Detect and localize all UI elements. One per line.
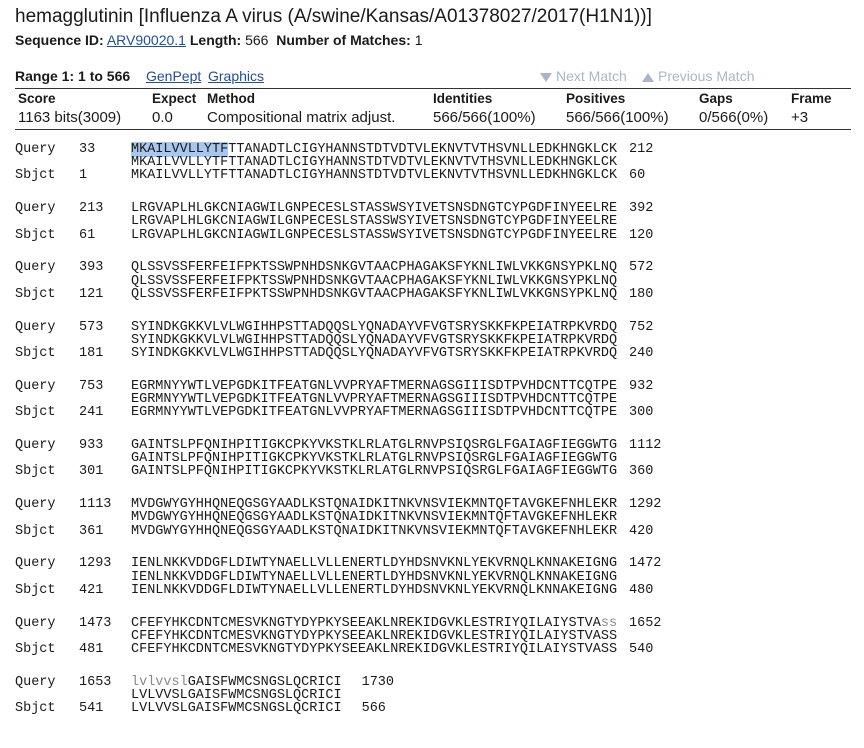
sbjct-start: 241 — [79, 405, 104, 421]
sbjct-label: Sbjct — [15, 701, 56, 717]
graphics-link[interactable]: Graphics — [208, 68, 264, 84]
range-label: Range 1: 1 to 566 — [15, 68, 131, 84]
header-frame: Frame — [791, 91, 832, 106]
sbjct-line: Sbjct 481 CFEFYHKCDNTCMESVKNGTYDYPKYSEEAKL… — [15, 642, 851, 657]
sbjct-sequence: EGRMNYYWTLVEPGDKITFEATGNLVVPRYAFTMERNAGS… — [131, 405, 618, 421]
sequence-meta: Sequence ID: ARV90020.1 Length: 566 Numb… — [15, 32, 422, 48]
sbjct-label: Sbjct — [15, 523, 56, 539]
alignment-block: Query 1293 IENLNKKVDDGFLDIWTYNAELLVLLENERT… — [15, 556, 851, 602]
sbjct-start: 421 — [79, 582, 104, 598]
score-table: Score Expect Method Identities Positives… — [15, 88, 851, 130]
header-method: Method — [207, 91, 255, 106]
sbjct-start: 301 — [79, 464, 104, 480]
sbjct-label: Sbjct — [15, 168, 56, 184]
sbjct-label: Sbjct — [15, 227, 56, 243]
alignment-block: Query 1113 MVDGWYGYHHQNEQGSGYAADLKSTQNAIDK… — [15, 497, 851, 543]
length-label: Length: — [189, 32, 242, 48]
alignment-block: Query 573 SYINDKGKKVLVLWGIHHPSTTADQQSLYQNA… — [15, 320, 851, 366]
sbjct-sequence: CFEFYHKCDNTCMESVKNGTYDYPKYSEEAKLNREKIDGV… — [131, 641, 618, 657]
sbjct-line: Sbjct 1 MKAILVVLLYTFTTANADTLCIGYHANNSTDTVD… — [15, 168, 851, 183]
sbjct-sequence: MKAILVVLLYTFTTANADTLCIGYHANNSTDTVDTVLEKN… — [131, 168, 618, 184]
sbjct-line: Sbjct 61 LRGVAPLHLGKCNIAGWILGNPECESLSTASSW… — [15, 228, 851, 243]
sbjct-line: Sbjct 121 QLSSVSSFERFEIFPKTSSWPNHDSNKGVTAA… — [15, 287, 851, 302]
range-bar: Range 1: 1 to 566 GenPept Graphics Next … — [15, 66, 851, 88]
chevron-down-icon — [540, 72, 552, 82]
sbjct-sequence: IENLNKKVDDGFLDIWTYNAELLVLLENERTLDYHDSNVK… — [131, 582, 618, 598]
sbjct-end: 540 — [629, 641, 654, 657]
sbjct-start: 361 — [79, 523, 104, 539]
sbjct-end: 480 — [629, 582, 654, 598]
previous-match-button[interactable]: Previous Match — [642, 68, 754, 84]
sbjct-label: Sbjct — [15, 582, 56, 598]
sbjct-line: Sbjct 361 MVDGWYGYHHQNEQGSGYAADLKSTQNAIDKI… — [15, 524, 851, 539]
chevron-up-icon — [642, 72, 654, 82]
value-positives: 566/566(100%) — [566, 109, 669, 126]
alignment-block: Query 933 GAINTSLPFQNIHPITIGKCPKYVKSTKLRLA… — [15, 438, 851, 484]
value-gaps: 0/566(0%) — [699, 109, 769, 126]
sbjct-label: Sbjct — [15, 641, 56, 657]
next-match-button[interactable]: Next Match — [540, 68, 627, 84]
sbjct-label: Sbjct — [15, 405, 56, 421]
header-expect: Expect — [152, 91, 197, 106]
sbjct-line: Sbjct 241 EGRMNYYWTLVEPGDKITFEATGNLVVPRYAF… — [15, 405, 851, 420]
header-gaps: Gaps — [699, 91, 733, 106]
sbjct-label: Sbjct — [15, 286, 56, 302]
sbjct-end: 360 — [629, 464, 654, 480]
sbjct-start: 121 — [79, 286, 104, 302]
sbjct-sequence: SYINDKGKKVLVLWGIHHPSTTADQQSLYQNADAYVFVGT… — [131, 345, 618, 361]
seqid-link[interactable]: ARV90020.1 — [107, 32, 186, 48]
sbjct-end: 60 — [629, 168, 646, 184]
sbjct-sequence: MVDGWYGYHHQNEQGSGYAADLKSTQNAIDKITNKVNSVI… — [131, 523, 618, 539]
sbjct-sequence: LRGVAPLHLGKCNIAGWILGNPECESLSTASSWSYIVETS… — [131, 227, 618, 243]
sbjct-start: 481 — [79, 641, 104, 657]
sbjct-end: 300 — [629, 405, 654, 421]
value-frame: +3 — [791, 109, 809, 126]
sbjct-line: Sbjct 181 SYINDKGKKVLVLWGIHHPSTTADQQSLYQNA… — [15, 346, 851, 361]
next-match-label: Next Match — [556, 68, 627, 84]
sbjct-start: 181 — [79, 345, 104, 361]
header-score: Score — [18, 91, 56, 106]
sbjct-start: 541 — [79, 701, 104, 717]
previous-match-label: Previous Match — [658, 68, 755, 84]
sbjct-end: 420 — [629, 523, 654, 539]
sbjct-end: 120 — [629, 227, 654, 243]
sbjct-start: 1 — [79, 168, 88, 184]
sbjct-sequence: GAINTSLPFQNIHPITIGKCPKYVKSTKLRLATGLRNVPS… — [131, 464, 618, 480]
alignment-block: Query 213 LRGVAPLHLGKCNIAGWILGNPECESLSTASS… — [15, 201, 851, 247]
header-positives: Positives — [566, 91, 626, 106]
seqid-label: Sequence ID: — [15, 32, 104, 48]
sbjct-end: 240 — [629, 345, 654, 361]
alignment-block: Query 393 QLSSVSSFERFEIFPKTSSWPNHDSNKGVTAA… — [15, 260, 851, 306]
alignment-block: Query 753 EGRMNYYWTLVEPGDKITFEATGNLVVPRYAF… — [15, 379, 851, 425]
sbjct-label: Sbjct — [15, 345, 56, 361]
alignment-block: Query 1473 CFEFYHKCDNTCMESVKNGTYDYPKYSEEAK… — [15, 616, 851, 662]
sbjct-start: 61 — [79, 227, 96, 243]
sbjct-sequence: LVLVVSLGAISFWMCSNGSLQCRICI — [131, 701, 342, 717]
value-method: Compositional matrix adjust. — [207, 109, 396, 126]
value-score: 1163 bits(3009) — [18, 109, 122, 126]
length-value: 566 — [245, 32, 269, 48]
genpept-link[interactable]: GenPept — [146, 68, 201, 84]
sbjct-end: 566 — [361, 701, 386, 717]
alignment-block: Query 33 MKAILVVLLYTFTTANADTLCIGYHANNSTDTV… — [15, 142, 851, 188]
value-identities: 566/566(100%) — [433, 109, 536, 126]
sbjct-sequence: QLSSVSSFERFEIFPKTSSWPNHDSNKGVTAACPHAGAKS… — [131, 286, 618, 302]
sbjct-line: Sbjct 421 IENLNKKVDDGFLDIWTYNAELLVLLENERTL… — [15, 583, 851, 598]
sbjct-label: Sbjct — [15, 464, 56, 480]
sbjct-end: 180 — [629, 286, 654, 302]
value-expect: 0.0 — [152, 109, 173, 126]
alignment-block: Query 1653 lvlvvslGAISFWMCSNGSLQCRICI 1730 L… — [15, 675, 851, 721]
sbjct-line: Sbjct 301 GAINTSLPFQNIHPITIGKCPKYVKSTKLRLA… — [15, 464, 851, 479]
sbjct-line: Sbjct 541 LVLVVSLGAISFWMCSNGSLQCRICI 566 — [15, 701, 851, 716]
matches-label: Number of Matches: — [276, 32, 411, 48]
header-identities: Identities — [433, 91, 493, 106]
page-title: hemagglutinin [Influenza A virus (A/swin… — [15, 6, 652, 27]
matches-value: 1 — [414, 32, 423, 48]
